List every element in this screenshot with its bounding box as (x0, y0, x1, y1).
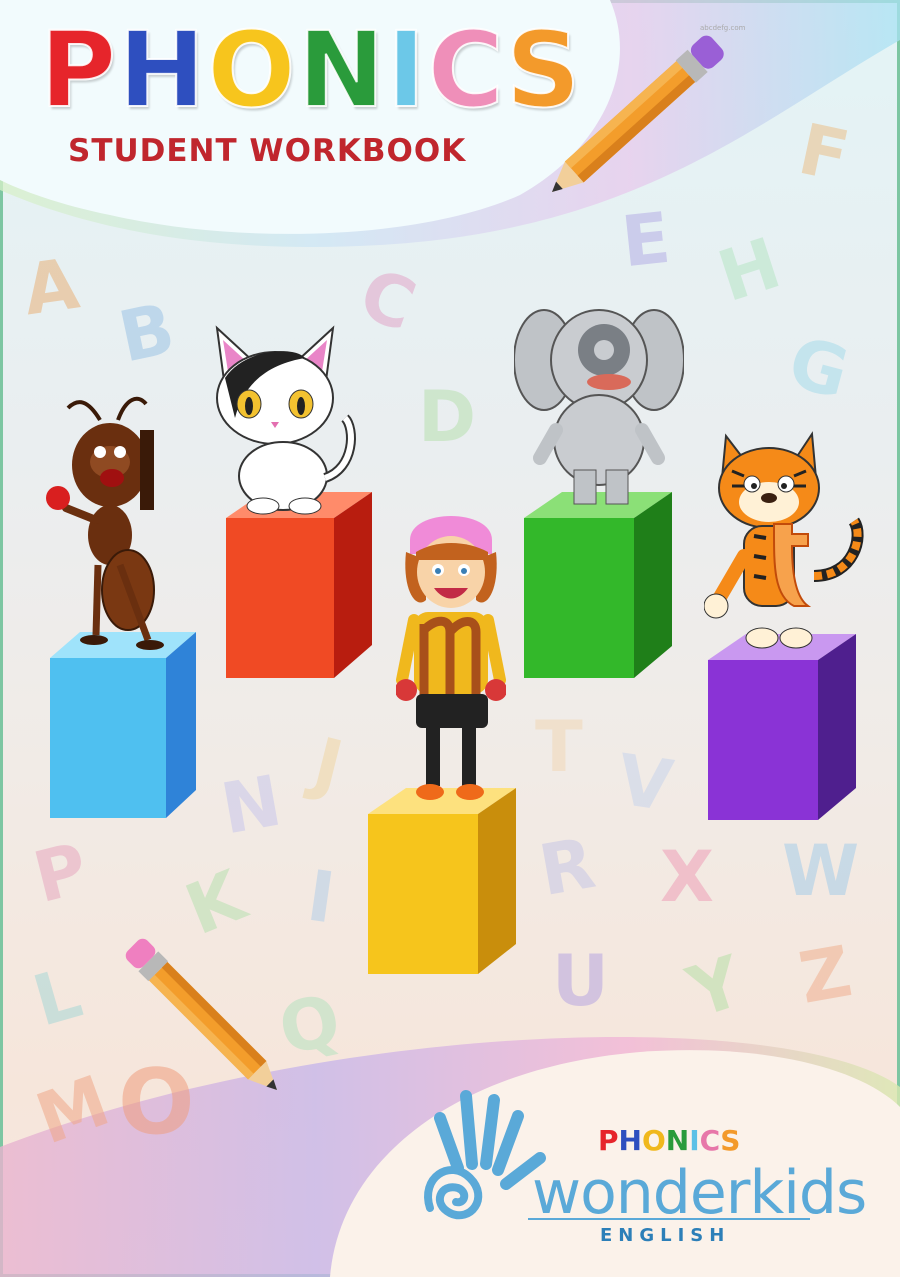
background-letter: I (302, 854, 340, 940)
logo-letter: O (641, 1124, 666, 1157)
background-letter: E (617, 196, 674, 284)
purple-block (708, 634, 856, 820)
green-block (524, 492, 672, 678)
title-letter: H (117, 9, 206, 131)
logo-letter: S (720, 1124, 741, 1157)
phonics-title: P H O N I C S (39, 9, 582, 131)
elephant-character (514, 309, 684, 505)
logo-tagline: ENGLISH (600, 1225, 731, 1246)
background-letter: T (535, 706, 583, 788)
girl-character (396, 516, 506, 800)
pencil-top-illustration (552, 35, 724, 192)
logo-letter: I (689, 1124, 700, 1157)
logo-letter: P (598, 1124, 619, 1157)
red-block (226, 492, 372, 678)
yellow-block (368, 788, 516, 974)
logo-letter: H (618, 1124, 642, 1157)
background-letter: U (552, 940, 609, 1022)
title-letter: O (206, 9, 296, 131)
background-letter: G (780, 320, 858, 416)
background-letter: Z (793, 930, 858, 1020)
background-letter: O (118, 1050, 195, 1155)
background-letter: V (612, 738, 678, 828)
hand-spiral-logo-icon (424, 1090, 546, 1220)
title-letter: N (297, 9, 386, 131)
background-letter: B (112, 287, 182, 379)
background-letter: A (18, 242, 84, 332)
logo-phonics: P H O N I C S (598, 1124, 740, 1157)
background-letter: X (660, 836, 714, 918)
background-letter: J (305, 722, 351, 808)
logo-letter: N (665, 1124, 690, 1157)
logo-divider (528, 1218, 810, 1220)
subtitle: STUDENT WORKBOOK (68, 133, 467, 169)
background-letter: P (25, 827, 96, 919)
title-letter: C (426, 9, 504, 131)
background-letter: N (215, 759, 288, 851)
ant-character (46, 396, 164, 650)
background-letter: R (533, 821, 601, 913)
background-letter: D (418, 376, 477, 458)
tiger-character (704, 431, 864, 649)
title-letter: I (386, 9, 427, 131)
logo-letter: C (699, 1124, 721, 1157)
background-letter: W (782, 830, 860, 912)
workbook-cover: abcdefg.com P H O N I C S STUDENT WORKBO… (0, 0, 900, 1277)
title-letter: P (39, 9, 117, 131)
cat-character (215, 325, 356, 515)
